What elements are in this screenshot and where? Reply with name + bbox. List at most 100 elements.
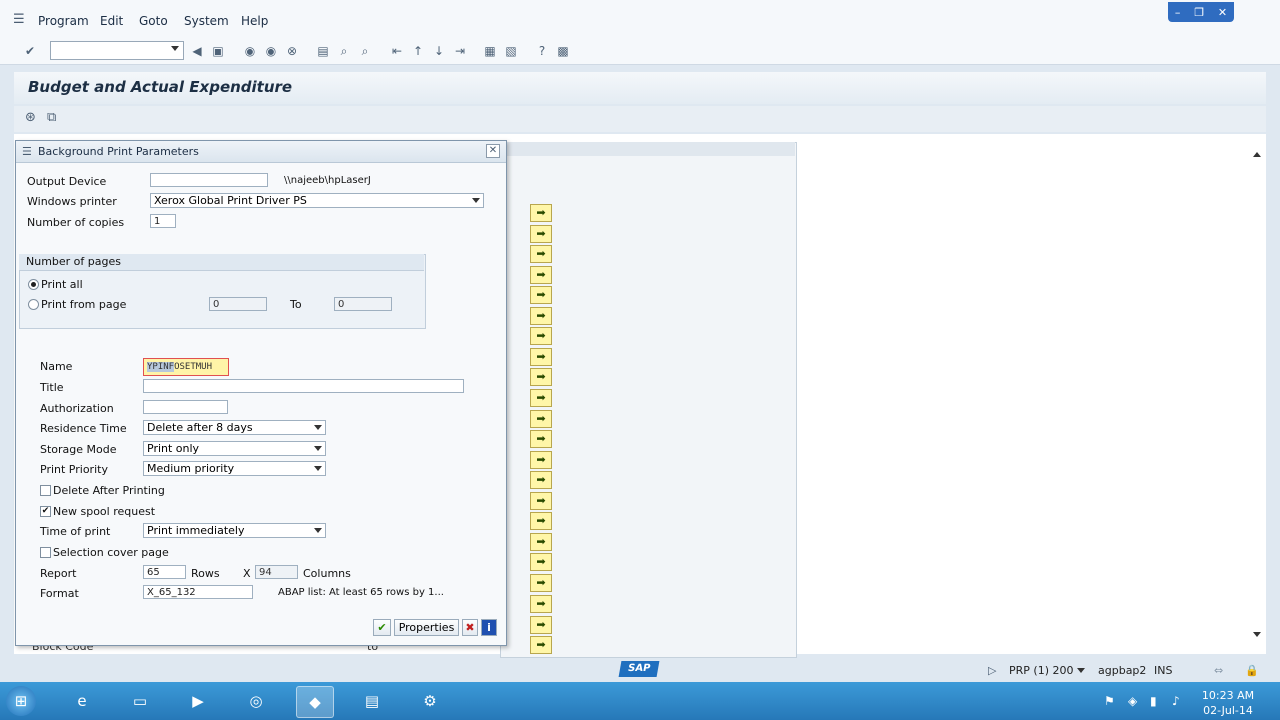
selection-cover-page-checkbox[interactable] (40, 547, 51, 558)
dropbox-icon[interactable]: ◈ (1128, 694, 1137, 708)
columns-label: Columns (303, 567, 351, 580)
minimize-button[interactable]: – (1175, 6, 1181, 19)
system-info[interactable]: PRP (1) 200 (1009, 664, 1073, 677)
spool-name-input[interactable]: YPINFOSETMUH (143, 358, 229, 376)
print-priority-select[interactable]: Medium priority (143, 461, 326, 476)
cancel-icon[interactable]: ⊗ (285, 44, 299, 58)
multiple-selection-button[interactable]: ➡ (530, 451, 552, 469)
multiple-selection-button[interactable]: ➡ (530, 225, 552, 243)
multiple-selection-button[interactable]: ➡ (530, 348, 552, 366)
multiple-selection-button[interactable]: ➡ (530, 307, 552, 325)
multiple-selection-button[interactable]: ➡ (530, 204, 552, 222)
dialog-close-button[interactable]: ✕ (486, 144, 500, 158)
command-field[interactable] (50, 41, 184, 60)
multiple-selection-button[interactable]: ➡ (530, 266, 552, 284)
customize-layout-icon[interactable]: ▩ (556, 44, 570, 58)
first-page-icon[interactable]: ⇤ (390, 44, 404, 58)
multiple-selection-button[interactable]: ➡ (530, 553, 552, 571)
to-page-input[interactable]: 0 (334, 297, 392, 311)
multiple-selection-button[interactable]: ➡ (530, 286, 552, 304)
info-button[interactable]: i (481, 619, 497, 636)
taskbar-clock[interactable]: 10:23 AM 02-Jul-14 (1198, 688, 1258, 718)
multiple-selection-button[interactable]: ➡ (530, 245, 552, 263)
delete-after-printing-checkbox[interactable] (40, 485, 51, 496)
from-page-input[interactable]: 0 (209, 297, 267, 311)
variant-icon[interactable]: ⧉ (47, 110, 56, 125)
enter-icon[interactable]: ✔ (23, 44, 37, 58)
menu-help[interactable]: Help (241, 14, 268, 28)
report-columns-input[interactable]: 94 (255, 565, 298, 579)
format-input[interactable]: X_65_132 (143, 585, 253, 599)
print-all-radio[interactable] (28, 279, 39, 290)
sap-gui-icon[interactable]: ▤ (354, 686, 390, 716)
print-from-page-radio[interactable] (28, 299, 39, 310)
multiple-selection-button[interactable]: ➡ (530, 471, 552, 489)
multiple-selection-button[interactable]: ➡ (530, 389, 552, 407)
volume-icon[interactable]: ♪ (1172, 694, 1180, 708)
start-button[interactable]: ⊞ (6, 686, 36, 716)
vertical-scrollbar[interactable] (1250, 152, 1264, 642)
continue-button[interactable]: ✔ (373, 619, 391, 636)
shortcut-icon[interactable]: ▧ (504, 44, 518, 58)
print-icon[interactable]: ▤ (316, 44, 330, 58)
multiple-selection-button[interactable]: ➡ (530, 430, 552, 448)
cancel-button[interactable]: ✖ (462, 619, 478, 636)
title-input[interactable] (143, 379, 464, 393)
multiple-selection-button[interactable]: ➡ (530, 368, 552, 386)
chevron-down-icon (314, 425, 322, 430)
new-session-icon[interactable]: ▦ (483, 44, 497, 58)
multiple-selection-button[interactable]: ➡ (530, 574, 552, 592)
menu-program[interactable]: Program (38, 14, 89, 28)
authorization-input[interactable] (143, 400, 228, 414)
residence-time-select[interactable]: Delete after 8 days (143, 420, 326, 435)
save-icon[interactable]: ▣ (211, 44, 225, 58)
media-player-icon[interactable]: ▶ (180, 686, 216, 716)
network-icon[interactable]: ▮ (1150, 694, 1157, 708)
previous-page-icon[interactable]: ↑ (411, 44, 425, 58)
multiple-selection-button[interactable]: ➡ (530, 492, 552, 510)
sap-logon-icon[interactable]: ◆ (296, 686, 334, 718)
menu-goto[interactable]: Goto (139, 14, 168, 28)
back-arrow-icon[interactable]: ◀ (190, 44, 204, 58)
new-spool-request-checkbox[interactable]: ✔ (40, 506, 51, 517)
output-device-input[interactable] (150, 173, 268, 187)
multiple-selection-button[interactable]: ➡ (530, 533, 552, 551)
menu-system[interactable]: System (184, 14, 229, 28)
scroll-down-icon[interactable] (1253, 632, 1261, 637)
file-explorer-icon[interactable]: ▭ (122, 686, 158, 716)
windows-printer-select[interactable]: Xerox Global Print Driver PS (150, 193, 484, 208)
multiple-selection-button[interactable]: ➡ (530, 327, 552, 345)
close-window-button[interactable]: ✕ (1218, 6, 1227, 19)
multiple-selection-button[interactable]: ➡ (530, 636, 552, 654)
chevron-down-icon[interactable] (1077, 668, 1085, 673)
copies-input[interactable]: 1 (150, 214, 176, 228)
chevron-down-icon (314, 446, 322, 451)
properties-button[interactable]: Properties (394, 619, 459, 636)
menu-edit[interactable]: Edit (100, 14, 123, 28)
storage-mode-select[interactable]: Print only (143, 441, 326, 456)
time-of-print-select[interactable]: Print immediately (143, 523, 326, 538)
multiple-selection-button[interactable]: ➡ (530, 616, 552, 634)
internet-explorer-icon[interactable]: e (64, 686, 100, 716)
last-page-icon[interactable]: ⇥ (453, 44, 467, 58)
find-icon[interactable]: ⌕ (337, 44, 351, 58)
network-tool-icon[interactable]: ⚙ (412, 686, 448, 716)
report-rows-input[interactable]: 65 (143, 565, 186, 579)
execute-icon[interactable]: ⊛ (25, 110, 36, 125)
multiple-selection-button[interactable]: ➡ (530, 595, 552, 613)
menu-icon[interactable]: ☰ (13, 12, 25, 27)
find-next-icon[interactable]: ⌕ (358, 44, 372, 58)
status-expand-icon[interactable]: ▷ (988, 664, 996, 677)
next-page-icon[interactable]: ↓ (432, 44, 446, 58)
chrome-icon[interactable]: ◎ (238, 686, 274, 716)
multiple-selection-button[interactable]: ➡ (530, 512, 552, 530)
report-label: Report (40, 567, 77, 580)
exit-icon[interactable]: ◉ (264, 44, 278, 58)
multiple-selection-button[interactable]: ➡ (530, 410, 552, 428)
restore-button[interactable]: ❐ (1194, 6, 1204, 19)
help-icon[interactable]: ? (535, 44, 549, 58)
scroll-up-icon[interactable] (1253, 152, 1261, 157)
back-icon[interactable]: ◉ (243, 44, 257, 58)
lock-icon[interactable]: 🔒 (1245, 664, 1259, 677)
flag-icon[interactable]: ⚑ (1104, 694, 1115, 708)
